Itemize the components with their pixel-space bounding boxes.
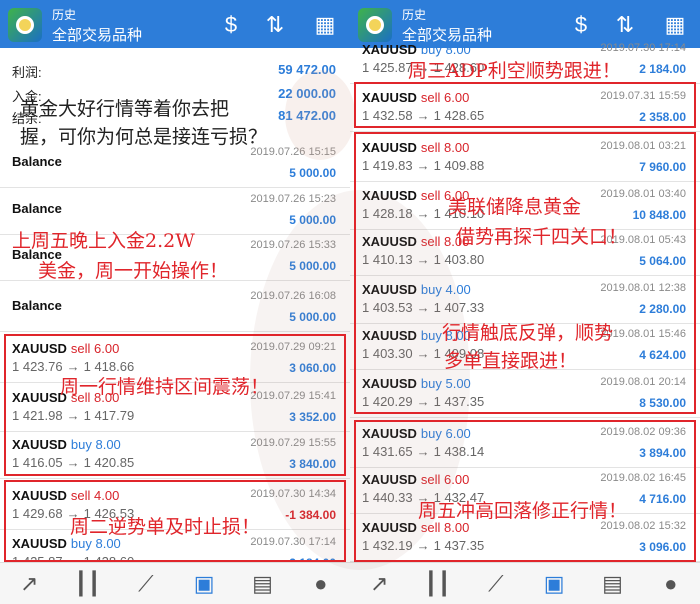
wednesday-note: 周三ADP利空顺势跟进！ [408, 60, 621, 82]
row-label: Balance [12, 201, 62, 216]
app-subtitle[interactable]: 全部交易品种 [52, 24, 142, 45]
indicator-icon[interactable]: ⟋ [476, 571, 516, 597]
row-open-price: 1 425.87 [362, 60, 413, 75]
friday-deposit-note-2: 美金，周一开始操作！ [38, 260, 229, 282]
annotation-box-monday [4, 334, 346, 476]
annotation-box-wednesday [354, 82, 696, 128]
app-bar: 历史 全部交易品种 $ ⇅ ▦ [0, 0, 350, 48]
row-date: 2019.07.30 17:14 [600, 42, 686, 54]
profit-label: 利润: [12, 65, 42, 80]
row-profit: 5 000.00 [289, 166, 336, 180]
rebound-note-1: 行情触底反弹，顺势 [442, 322, 614, 344]
app-title: 历史 [52, 8, 77, 22]
app-logo-icon[interactable] [8, 8, 42, 42]
chat-icon[interactable]: ● [301, 571, 341, 597]
monday-note: 周一行情维持区间震荡！ [60, 376, 270, 398]
news-icon[interactable]: ▤ [242, 571, 282, 597]
watermark-decoration [285, 70, 355, 160]
chart-icon[interactable]: ┃┃ [67, 571, 107, 597]
friday-deposit-note-1: 上周五晚上入金2.2W [12, 230, 195, 252]
fed-note-1: 美联储降息黄金 [448, 196, 582, 218]
sort-icon[interactable]: ⇅ [262, 12, 288, 38]
calendar-icon[interactable]: ▦ [312, 12, 338, 38]
row-profit: 2 184.00 [639, 62, 686, 76]
calendar-icon[interactable]: ▦ [662, 12, 688, 38]
row-symbol: XAUUSD [362, 42, 417, 57]
trade-icon[interactable]: ↗ [359, 571, 399, 597]
fed-note-2: 借势再探千四关口！ [456, 226, 628, 248]
chat-icon[interactable]: ● [651, 571, 691, 597]
app-title-right: 历史 [402, 8, 427, 22]
tuesday-note: 周二逆势单及时止损！ [70, 516, 261, 538]
history-icon[interactable]: ▣ [534, 571, 574, 597]
chart-icon[interactable]: ┃┃ [417, 571, 457, 597]
intro-note-1: 黄金大好行情等着你去把 [20, 98, 230, 120]
currency-icon[interactable]: $ [218, 12, 244, 38]
bottom-tab-bar-right: ↗ ┃┃ ⟋ ▣ ▤ ● [350, 562, 700, 604]
friday-end-note: 周五冲高回落修正行情！ [418, 500, 628, 522]
currency-icon[interactable]: $ [568, 12, 594, 38]
trade-icon[interactable]: ↗ [9, 571, 49, 597]
row-label: Balance [12, 298, 62, 313]
row-label: Balance [12, 154, 62, 169]
indicator-icon[interactable]: ⟋ [126, 571, 166, 597]
intro-note-2: 握，可你为何总是接连亏损？ [20, 126, 268, 148]
row-side-lots: buy 8.00 [420, 42, 471, 57]
sort-icon[interactable]: ⇅ [612, 12, 638, 38]
history-icon[interactable]: ▣ [184, 571, 224, 597]
annotation-box-friday [354, 420, 696, 562]
bottom-tab-bar: ↗ ┃┃ ⟋ ▣ ▤ ● [0, 562, 350, 604]
news-icon[interactable]: ▤ [592, 571, 632, 597]
screenshot-root: 历史 全部交易品种 $ ⇅ ▦ 利润: 59 472.00 入金: 22 000.0… [0, 0, 700, 604]
row-symbol-line: XAUUSD buy 8.00 [362, 42, 471, 57]
rebound-note-2: 多单直接跟进！ [444, 350, 578, 372]
